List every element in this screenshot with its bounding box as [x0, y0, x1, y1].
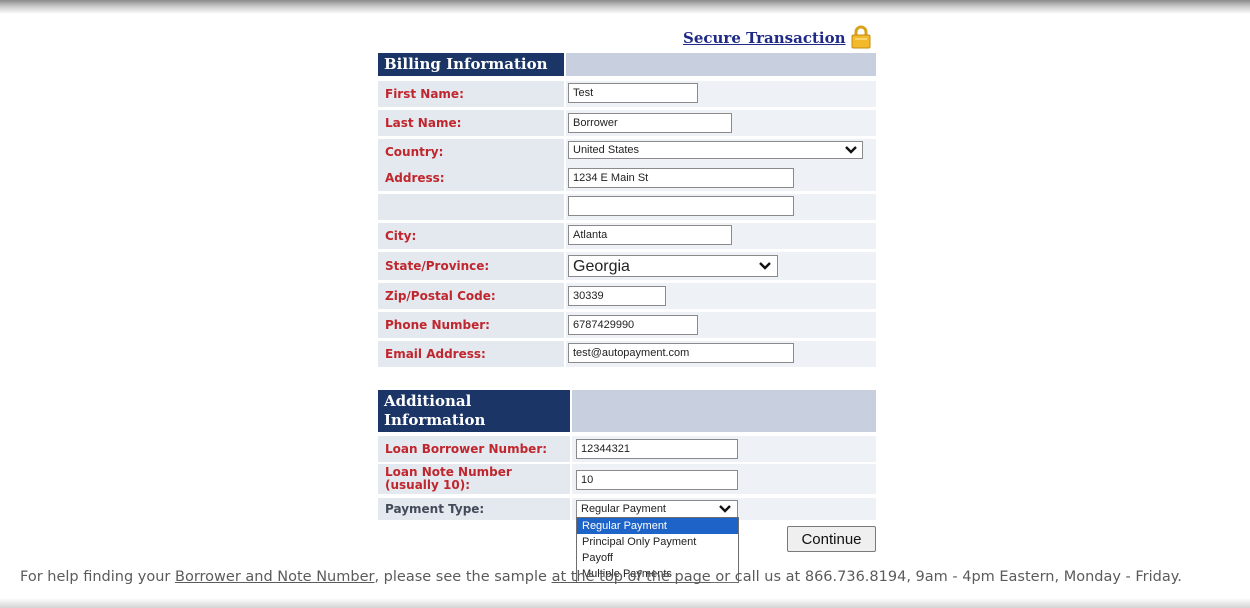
address-row: Address:: [378, 165, 876, 191]
borrower-number-row: Loan Borrower Number:: [378, 436, 876, 462]
note-number-label-line2: (usually 10):: [385, 478, 471, 492]
note-number-row: Loan Note Number (usually 10):: [378, 464, 876, 494]
zip-field[interactable]: [568, 286, 666, 306]
last-name-field[interactable]: [568, 113, 732, 133]
country-row: Country: United States: [378, 139, 876, 165]
zip-row: Zip/Postal Code:: [378, 283, 876, 309]
payment-type-select[interactable]: Regular Payment: [576, 500, 738, 518]
billing-header-fill: [566, 53, 876, 76]
borrower-note-number-link[interactable]: Borrower and Note Number: [175, 569, 374, 585]
bottom-shadow: [0, 598, 1250, 608]
phone-field[interactable]: [568, 315, 698, 335]
additional-header-line1: Additional: [384, 392, 472, 410]
help-suffix: or call us at 866.736.8194, 9am - 4pm Ea…: [710, 569, 1182, 585]
country-select[interactable]: United States: [568, 141, 863, 159]
top-of-page-link[interactable]: at the top of the page: [552, 569, 711, 585]
note-number-field[interactable]: [576, 470, 738, 490]
top-shadow: [0, 0, 1250, 14]
borrower-number-field[interactable]: [576, 439, 738, 459]
phone-label: Phone Number:: [378, 312, 564, 338]
zip-label: Zip/Postal Code:: [378, 283, 564, 309]
continue-button[interactable]: Continue: [787, 526, 876, 552]
help-middle: , please see the sample: [374, 569, 552, 585]
city-row: City:: [378, 223, 876, 249]
dropdown-option-principal-only[interactable]: Principal Only Payment: [577, 534, 738, 550]
address2-label-blank: [378, 194, 564, 220]
additional-header-line2: Information: [384, 411, 486, 429]
country-label: Country:: [378, 139, 564, 165]
address-line1-field[interactable]: [568, 168, 794, 188]
dropdown-option-payoff[interactable]: Payoff: [577, 550, 738, 566]
additional-header-fill: [572, 390, 876, 432]
email-field[interactable]: [568, 343, 794, 363]
help-prefix: For help finding your: [20, 569, 175, 585]
borrower-number-label: Loan Borrower Number:: [378, 436, 570, 462]
first-name-label: First Name:: [378, 81, 564, 107]
help-text: For help finding your Borrower and Note …: [20, 569, 1182, 585]
email-row: Email Address:: [378, 341, 876, 367]
billing-header: Billing Information: [378, 53, 564, 76]
first-name-row: First Name:: [378, 81, 876, 107]
secure-transaction-link[interactable]: Secure Transaction: [683, 29, 846, 47]
city-field[interactable]: [568, 225, 732, 245]
phone-row: Phone Number:: [378, 312, 876, 338]
note-number-label: Loan Note Number (usually 10):: [378, 464, 570, 494]
address2-row: [378, 194, 876, 220]
first-name-field[interactable]: [568, 83, 698, 103]
address-label: Address:: [378, 165, 564, 191]
lock-icon: [851, 25, 871, 49]
state-row: State/Province: Georgia: [378, 252, 876, 280]
address-line2-field[interactable]: [568, 196, 794, 216]
state-select[interactable]: Georgia: [568, 255, 778, 277]
payment-type-label: Payment Type:: [378, 498, 570, 520]
last-name-row: Last Name:: [378, 110, 876, 136]
additional-header: Additional Information: [378, 390, 570, 432]
email-label: Email Address:: [378, 341, 564, 367]
last-name-label: Last Name:: [378, 110, 564, 136]
city-label: City:: [378, 223, 564, 249]
dropdown-option-regular-payment[interactable]: Regular Payment: [577, 518, 738, 534]
state-label: State/Province:: [378, 252, 564, 280]
